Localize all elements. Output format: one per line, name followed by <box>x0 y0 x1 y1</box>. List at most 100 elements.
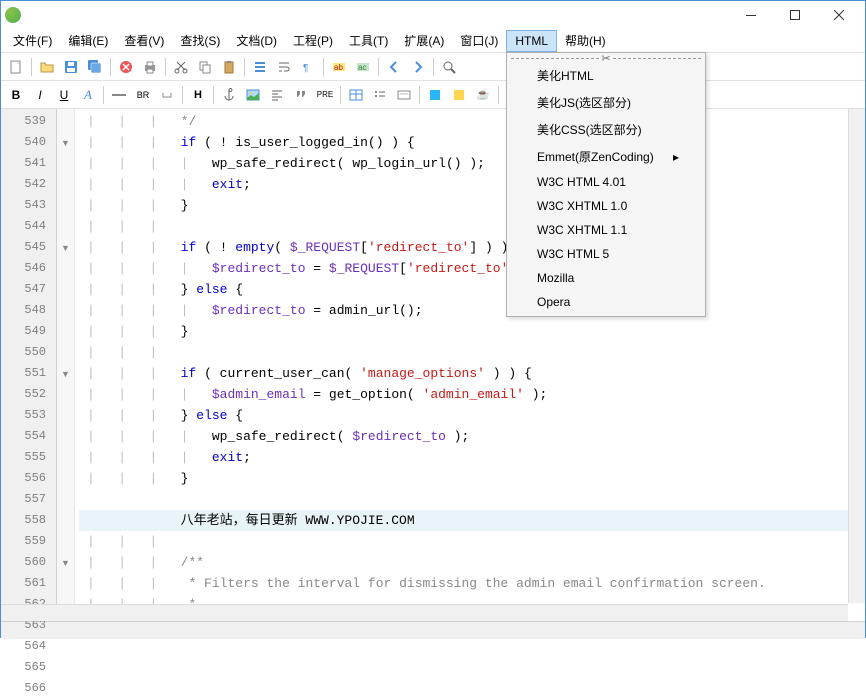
minimize-button[interactable] <box>729 1 773 29</box>
code-line[interactable]: | | | <box>79 216 865 237</box>
table-icon[interactable] <box>345 84 367 106</box>
menu-扩展[interactable]: 扩展(A) <box>396 29 452 52</box>
save-icon[interactable] <box>60 56 82 78</box>
code-line[interactable]: | | | * Filters the interval for dismiss… <box>79 573 865 594</box>
fold-marker[interactable]: ▼ <box>57 237 74 258</box>
nav-back-icon[interactable] <box>383 56 405 78</box>
whitespace-icon[interactable]: ¶ <box>297 56 319 78</box>
menu-item-w3chtml5[interactable]: W3C HTML 5 <box>509 242 703 266</box>
code-line[interactable]: | | | | wp_safe_redirect( $redirect_to )… <box>79 426 865 447</box>
menu-item-w3cxhtml11[interactable]: W3C XHTML 1.1 <box>509 218 703 242</box>
menu-item-html[interactable]: 美化HTML <box>509 62 703 89</box>
menu-帮助[interactable]: 帮助(H) <box>557 29 614 52</box>
code-line[interactable] <box>79 489 865 510</box>
maximize-button[interactable] <box>773 1 817 29</box>
line-number: 539 <box>1 111 56 132</box>
code-line[interactable]: | | | if ( ! empty( $_REQUEST['redirect_… <box>79 237 865 258</box>
css-icon[interactable] <box>424 84 446 106</box>
code-line[interactable]: | | | if ( ! is_user_logged_in() ) { <box>79 132 865 153</box>
align-icon[interactable] <box>266 84 288 106</box>
bold-icon[interactable]: B <box>5 84 27 106</box>
new-file-icon[interactable] <box>5 56 27 78</box>
fold-marker[interactable]: ▼ <box>57 132 74 153</box>
menu-文件[interactable]: 文件(F) <box>5 29 60 52</box>
fold-marker <box>57 111 74 132</box>
nbsp-icon[interactable] <box>156 84 178 106</box>
highlight-ab-icon[interactable]: ab <box>328 56 350 78</box>
open-file-icon[interactable] <box>36 56 58 78</box>
menu-窗口[interactable]: 窗口(J) <box>452 29 506 52</box>
vertical-scrollbar[interactable] <box>848 109 865 603</box>
code-line[interactable]: | | | } <box>79 468 865 489</box>
print-icon[interactable] <box>139 56 161 78</box>
cut-icon[interactable] <box>170 56 192 78</box>
heading-icon[interactable]: H <box>187 84 209 106</box>
menu-item-mozilla[interactable]: Mozilla <box>509 266 703 290</box>
copy-icon[interactable] <box>194 56 216 78</box>
code-line[interactable]: | | | } <box>79 195 865 216</box>
menu-item-js[interactable]: 美化JS(选区部分) <box>509 89 703 116</box>
menu-item-w3chtml401[interactable]: W3C HTML 4.01 <box>509 170 703 194</box>
highlight-ac-icon[interactable]: ac <box>352 56 374 78</box>
menu-item-w3cxhtml10[interactable]: W3C XHTML 1.0 <box>509 194 703 218</box>
menu-编辑[interactable]: 编辑(E) <box>60 29 116 52</box>
nav-forward-icon[interactable] <box>407 56 429 78</box>
list-ul-icon[interactable] <box>369 84 391 106</box>
line-number: 544 <box>1 216 56 237</box>
fold-gutter[interactable]: ▼ ▼ ▼ ▼ <box>57 109 75 621</box>
code-line[interactable]: | | | /** <box>79 552 865 573</box>
code-line[interactable]: | | | <box>79 342 865 363</box>
paste-icon[interactable] <box>218 56 240 78</box>
image-icon[interactable] <box>242 84 264 106</box>
line-number: 551 <box>1 363 56 384</box>
js-icon[interactable] <box>448 84 470 106</box>
menu-item-css[interactable]: 美化CSS(选区部分) <box>509 116 703 143</box>
form-icon[interactable] <box>393 84 415 106</box>
code-editor[interactable]: | | | */| | | if ( ! is_user_logged_in()… <box>79 109 865 621</box>
code-line[interactable]: | | | | $redirect_to = admin_url(); <box>79 300 865 321</box>
menu-item-opera[interactable]: Opera <box>509 290 703 314</box>
code-line[interactable]: 八年老站，每日更新 WWW.YPOJIE.COM <box>79 510 865 531</box>
font-a-icon[interactable]: A <box>77 84 99 106</box>
code-line[interactable]: | | | | exit; <box>79 174 865 195</box>
find-icon[interactable] <box>438 56 460 78</box>
quote-icon[interactable] <box>290 84 312 106</box>
code-line[interactable]: | | | | $admin_email = get_option( 'admi… <box>79 384 865 405</box>
menu-查看[interactable]: 查看(V) <box>116 29 172 52</box>
code-line[interactable]: | | | */ <box>79 111 865 132</box>
code-line[interactable]: | | | if ( current_user_can( 'manage_opt… <box>79 363 865 384</box>
code-line[interactable]: | | | | wp_safe_redirect( wp_login_url()… <box>79 153 865 174</box>
fold-marker <box>57 153 74 174</box>
code-line[interactable]: | | | | $redirect_to = $_REQUEST['redire… <box>79 258 865 279</box>
code-line[interactable]: | | | } else { <box>79 279 865 300</box>
pre-icon[interactable]: PRE <box>314 84 336 106</box>
underline-icon[interactable]: U <box>53 84 75 106</box>
horizontal-scrollbar[interactable] <box>1 604 848 621</box>
menu-item-emmetzencoding[interactable]: Emmet(原ZenCoding)▸ <box>509 143 703 170</box>
code-line[interactable]: | | | } else { <box>79 405 865 426</box>
menu-工具[interactable]: 工具(T) <box>341 29 396 52</box>
menu-html[interactable]: HTML <box>506 30 557 52</box>
menu-查找[interactable]: 查找(S) <box>172 29 228 52</box>
line-number-gutter[interactable]: 5395405415425435445455465475485495505515… <box>1 109 57 621</box>
code-line[interactable]: | | | } <box>79 321 865 342</box>
save-all-icon[interactable] <box>84 56 106 78</box>
word-wrap-icon[interactable] <box>273 56 295 78</box>
fold-marker[interactable]: ▼ <box>57 552 74 573</box>
code-line[interactable]: | | | | exit; <box>79 447 865 468</box>
list-icon[interactable] <box>249 56 271 78</box>
hr-icon[interactable] <box>108 84 130 106</box>
fold-marker <box>57 174 74 195</box>
fold-marker[interactable]: ▼ <box>57 363 74 384</box>
fold-marker <box>57 405 74 426</box>
menu-工程[interactable]: 工程(P) <box>285 29 341 52</box>
close-button[interactable] <box>817 1 861 29</box>
menu-tear-off[interactable]: ✂ <box>511 58 701 59</box>
menu-文档[interactable]: 文档(D) <box>228 29 285 52</box>
close-file-icon[interactable] <box>115 56 137 78</box>
anchor-icon[interactable] <box>218 84 240 106</box>
br-icon[interactable]: BR <box>132 84 154 106</box>
java-icon[interactable]: ☕ <box>472 84 494 106</box>
code-line[interactable]: | | | <box>79 531 865 552</box>
italic-icon[interactable]: I <box>29 84 51 106</box>
